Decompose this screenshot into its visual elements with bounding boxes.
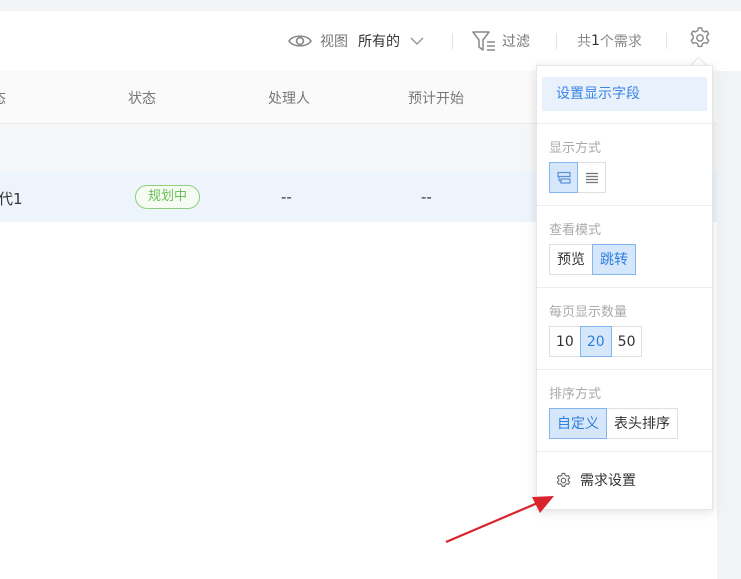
page-size-label: 每页显示数量 <box>549 305 628 320</box>
page-size-20-option[interactable]: 20 <box>579 326 612 357</box>
page-size-10-option[interactable]: 10 <box>549 326 581 357</box>
sort-label: 排序方式 <box>549 387 602 402</box>
scroll-gutter <box>717 71 741 579</box>
popover-divider <box>537 287 712 288</box>
status-badge: 规划中 <box>135 185 201 209</box>
row-title[interactable]: 代1 <box>0 188 23 209</box>
view-mode-label: 查看模式 <box>549 223 602 238</box>
view-mode-group: 预览 跳转 <box>549 244 636 275</box>
requirement-count: 共 1 个需求 <box>577 31 642 51</box>
display-mode-label: 显示方式 <box>549 141 602 156</box>
sort-custom-option[interactable]: 自定义 <box>549 408 607 439</box>
popover-divider <box>537 451 712 452</box>
filter-label: 过滤 <box>502 34 530 50</box>
settings-button[interactable] <box>688 26 712 50</box>
page: 视图 所有的 过滤 共 1 个需求 态 状态 处理人 <box>0 0 741 579</box>
view-mode-jump-option[interactable]: 跳转 <box>592 244 636 275</box>
card-layout-icon <box>556 171 571 185</box>
column-header-status: 状态 <box>128 91 156 107</box>
view-selector[interactable]: 视图 所有的 <box>288 31 424 51</box>
display-mode-list-option[interactable] <box>577 162 606 193</box>
count-value: 1 <box>591 33 600 49</box>
filter-button[interactable]: 过滤 <box>472 31 530 51</box>
column-header-title: 态 <box>0 88 6 108</box>
view-mode-preview-option[interactable]: 预览 <box>549 244 593 275</box>
popover-divider <box>537 205 712 206</box>
page-size-group: 10 20 50 <box>549 326 643 357</box>
toolbar-divider <box>556 33 557 49</box>
count-suffix: 个需求 <box>599 34 642 50</box>
eye-icon <box>288 33 312 49</box>
display-mode-group <box>549 162 606 193</box>
requirement-settings-item[interactable]: 需求设置 <box>555 470 636 490</box>
top-strip <box>0 0 741 11</box>
page-size-50-option[interactable]: 50 <box>610 326 643 357</box>
set-display-fields-item[interactable]: 设置显示字段 <box>542 77 707 111</box>
annotation-arrow <box>445 496 554 544</box>
display-mode-card-option[interactable] <box>549 162 578 193</box>
list-icon <box>585 172 599 184</box>
sort-group: 自定义 表头排序 <box>549 408 678 439</box>
settings-popover: 设置显示字段 显示方式 查看模式 预览 跳转 每页显示数量 10 20 50 排… <box>536 65 713 510</box>
view-label: 视图 <box>320 34 348 50</box>
chevron-down-icon <box>410 36 424 46</box>
column-header-assignee: 处理人 <box>268 91 310 107</box>
sort-header-option[interactable]: 表头排序 <box>606 408 678 439</box>
popover-divider <box>537 369 712 370</box>
view-value: 所有的 <box>358 34 400 50</box>
toolbar: 视图 所有的 过滤 共 1 个需求 <box>0 11 741 71</box>
column-header-start: 预计开始 <box>408 91 464 107</box>
row-start: -- <box>421 188 432 206</box>
requirement-settings-label: 需求设置 <box>580 473 636 489</box>
count-prefix: 共 <box>577 34 591 50</box>
row-assignee: -- <box>281 188 292 206</box>
filter-icon <box>472 30 496 52</box>
toolbar-divider <box>666 33 667 49</box>
popover-divider <box>537 123 712 124</box>
toolbar-divider <box>452 33 453 49</box>
gear-icon <box>688 26 712 50</box>
